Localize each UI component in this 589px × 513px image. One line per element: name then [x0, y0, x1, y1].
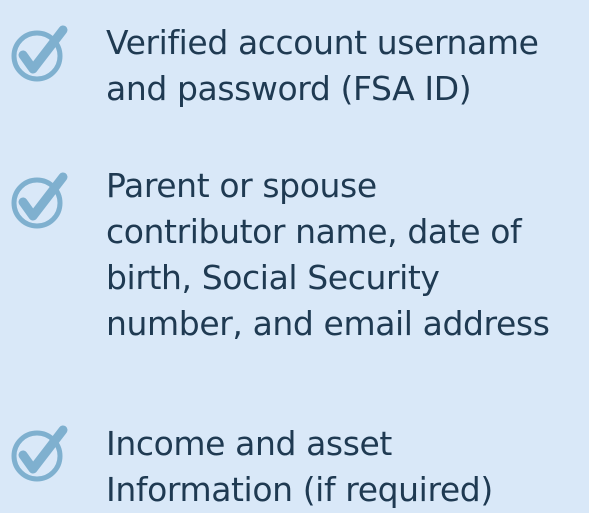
checklist-item-line: Income and asset [106, 424, 392, 463]
check-circle-icon [11, 25, 68, 82]
checklist-page: Verified account username and password (… [0, 0, 589, 512]
checklist-item-line: birth, Social Security [106, 258, 440, 297]
checklist-item-line: Parent or spouse [106, 166, 377, 205]
checklist-item-line: contributor name, date of [106, 212, 522, 251]
checklist-item-text: Parent or spouse contributor name, date … [106, 163, 584, 347]
checklist-item-line: Information (if required) [106, 470, 493, 509]
checklist-item-text: Income and asset Information (if require… [106, 421, 584, 513]
checklist-item-text: Verified account username and password (… [106, 20, 584, 112]
check-circle-icon [11, 425, 68, 482]
checklist-item-line: and password (FSA ID) [106, 69, 472, 108]
checklist-item-line: Verified account username [106, 23, 539, 62]
checklist-item-line: number, and email address [106, 304, 550, 343]
check-circle-icon [11, 172, 68, 229]
